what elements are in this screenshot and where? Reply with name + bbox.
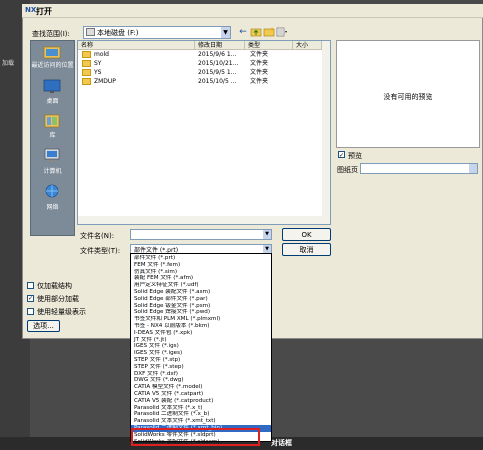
new-folder-icon[interactable] [263,26,275,38]
filetype-option[interactable]: CATIA V5 文件 (*.catpart) [131,391,271,398]
filetype-option[interactable]: STEP 文件 (*.stp) [131,357,271,364]
chevron-down-icon[interactable] [469,164,477,173]
filetype-option[interactable]: 书签文件和 PLM XML (*.plmxml) [131,316,271,323]
filetype-option[interactable]: FEM 文件 (*.fem) [131,262,271,269]
filename-label: 文件名(N): [80,232,115,240]
filetype-option[interactable]: Parasolid 文本文件 (*.xmt_txt) [131,418,271,425]
file-type: 文件夹 [250,78,269,85]
filetype-option[interactable]: 仿真文件 (*.sim) [131,269,271,276]
cancel-button[interactable]: 取消 [282,243,331,256]
lightweight-checkbox[interactable] [27,308,34,315]
sheet-label: 图纸页 [337,166,358,174]
sheet-combo[interactable] [360,163,478,174]
filetype-option[interactable]: DXF 文件 (*.dxf) [131,371,271,378]
file-date: 2015/9/5 1... [198,69,237,76]
preview-text: 没有可用的预览 [383,93,433,101]
chevron-down-icon[interactable]: ▼ [263,230,271,239]
filetype-option[interactable]: CATIA 模型文件 (*.model) [131,384,271,391]
filetype-option[interactable]: Solid Edge 装配文件 (*.asm) [131,289,271,296]
lightweight-label: 使用轻量级表示 [37,308,86,316]
computer-icon[interactable] [42,148,62,164]
place-computer[interactable]: 计算机 [30,166,75,175]
load-structure-checkbox[interactable] [27,282,34,289]
filetype-option[interactable]: Parasolid 二进制文件 (*.x_b) [131,411,271,418]
dialog-title: 打开 [36,7,52,16]
filetype-option[interactable]: IGES 文件 (*.igs) [131,343,271,350]
dialog-titlebar[interactable] [22,4,483,18]
back-arrow-icon[interactable]: ← [237,26,249,38]
load-structure-label: 仅加载结构 [37,282,72,290]
chevron-down-icon[interactable]: ▼ [221,27,230,38]
file-name[interactable]: mold [94,50,109,59]
file-type: 文件夹 [250,51,269,58]
desktop-icon[interactable] [42,78,62,94]
filetype-option[interactable]: STEP 文件 (*.step) [131,364,271,371]
views-menu-icon[interactable] [276,26,288,38]
place-network[interactable]: 网络 [30,202,75,211]
lookin-value: 本地磁盘 (F:) [97,29,139,37]
file-type: 文件夹 [250,69,269,76]
partial-load-label: 使用部分加载 [37,295,79,303]
file-type: 文件夹 [250,60,269,67]
preview-label: 预览 [348,152,362,160]
file-date: 2015/9/6 1... [198,51,237,58]
place-desktop[interactable]: 桌面 [30,96,75,105]
column-date[interactable]: 修改日期 [195,41,245,50]
place-recent[interactable]: 最近访问的位置 [30,60,75,69]
file-name[interactable]: SY [94,59,101,68]
drive-icon [86,28,95,36]
file-name[interactable]: YS [94,68,101,77]
background-dialog-label: 对话框 [271,439,292,447]
filetype-option[interactable]: Solid Edge 部件文件 (*.par) [131,296,271,303]
place-libraries[interactable]: 库 [30,130,75,139]
folder-icon [82,78,91,85]
filetype-label: 文件类型(T): [80,247,121,255]
background-load-label: 加载 [2,60,15,67]
vertical-scrollbar[interactable] [322,41,330,224]
up-folder-icon[interactable] [250,26,262,38]
filetype-option[interactable]: IGES 文件 (*.iges) [131,350,271,357]
column-type[interactable]: 类型 [245,41,293,50]
preview-checkbox[interactable]: ✓ [338,151,345,159]
ok-button[interactable]: OK [282,228,331,241]
filetype-option[interactable]: 书签 - NX4 以前版本 (*.bkm) [131,323,271,330]
options-button[interactable]: 选项... [27,320,60,332]
filetype-option[interactable]: DWG 文件 (*.dwg) [131,377,271,384]
filetype-option[interactable]: 装配 FEM 文件 (*.afm) [131,275,271,282]
recent-places-icon[interactable] [42,44,62,60]
libraries-icon[interactable] [42,113,62,129]
filetype-option[interactable]: JT 文件 (*.jt) [131,337,271,344]
file-date: 2015/10/21... [198,60,239,67]
horizontal-scrollbar[interactable] [78,216,322,224]
lookin-label: 查找范围(I): [32,30,70,38]
filetype-option[interactable]: 用户定义特征文件 (*.udf) [131,282,271,289]
folder-icon [82,51,91,58]
annotation-highlight-box [131,428,260,446]
partial-load-checkbox[interactable]: ✓ [27,295,34,302]
filetype-option[interactable]: Parasolid 文本文件 (*.x_t) [131,405,271,412]
column-size[interactable]: 大小 [293,41,322,50]
filetype-option[interactable]: CATIA V5 装配 (*.catproduct) [131,398,271,405]
folder-icon [82,60,91,67]
network-icon[interactable] [42,183,62,199]
nx-app-icon: NX [25,6,37,14]
filetype-option[interactable]: Solid Edge 钣金文件 (*.psm) [131,303,271,310]
column-name[interactable]: 名称 [78,41,195,50]
filetype-option[interactable]: Solid Edge 焊接文件 (*.pwd) [131,309,271,316]
filetype-option[interactable]: I-DEAS 文件包 (*.xpk) [131,330,271,337]
file-date: 2015/10/5 ... [198,78,237,85]
folder-icon [82,69,91,76]
file-name[interactable]: ZMDUP [94,77,116,86]
filetype-option[interactable]: 部件文件 (*.prt) [131,255,271,262]
filename-input[interactable] [130,229,272,240]
